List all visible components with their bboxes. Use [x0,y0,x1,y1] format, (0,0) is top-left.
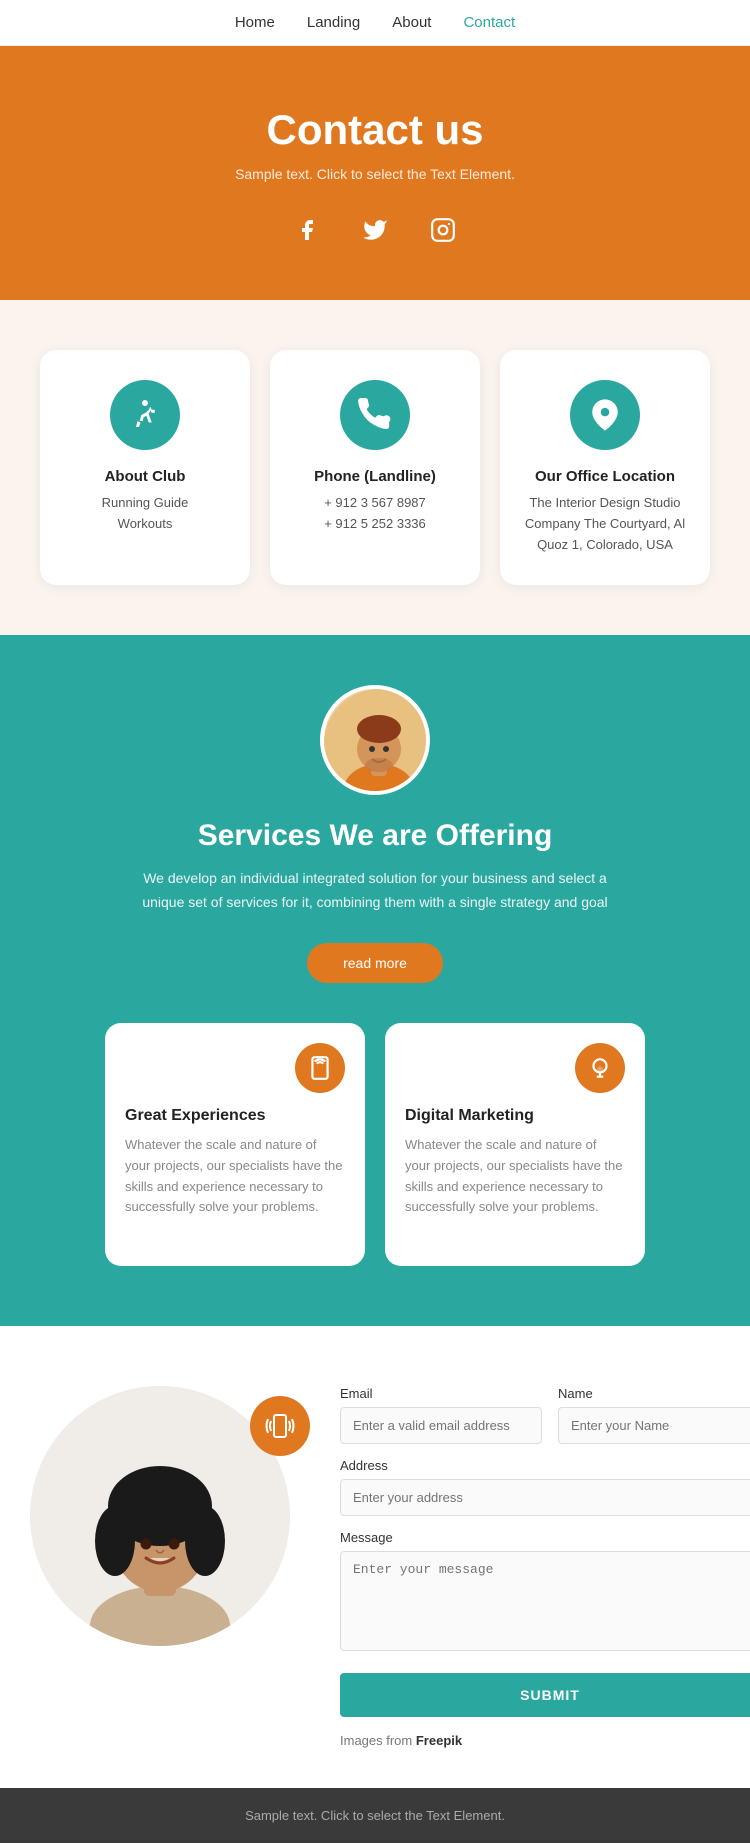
great-experiences-desc: Whatever the scale and nature of your pr… [125,1135,345,1218]
about-club-lines: Running GuideWorkouts [60,493,230,535]
email-label: Email [340,1386,542,1401]
services-title: Services We are Offering [30,819,720,853]
read-more-button[interactable]: read more [307,943,443,983]
hero-title: Contact us [20,106,730,154]
name-input[interactable] [558,1407,750,1444]
nav-home[interactable]: Home [235,14,275,31]
nav-contact[interactable]: Contact [463,14,515,31]
nav-about[interactable]: About [392,14,431,31]
location-icon [570,380,640,450]
message-textarea[interactable] [340,1551,750,1651]
email-input[interactable] [340,1407,542,1444]
service-cards-container: Great Experiences Whatever the scale and… [30,1023,720,1266]
contact-form-section: Email Name Address Message SUBMIT Images… [0,1326,750,1788]
twitter-icon[interactable] [355,210,395,250]
contact-cards-section: About Club Running GuideWorkouts Phone (… [0,300,750,635]
location-card: Our Office Location The Interior Design … [500,350,710,585]
email-name-row: Email Name [340,1386,750,1444]
about-club-card: About Club Running GuideWorkouts [40,350,250,585]
phone-card: Phone (Landline) + 912 3 567 8987+ 912 5… [270,350,480,585]
nav-landing[interactable]: Landing [307,14,360,31]
address-input[interactable] [340,1479,750,1516]
instagram-icon[interactable] [423,210,463,250]
address-label: Address [340,1458,750,1473]
phone-icon [340,380,410,450]
phone-ringing-icon [250,1396,310,1456]
name-group: Name [558,1386,750,1444]
phone-title: Phone (Landline) [290,468,460,485]
address-group: Address [340,1458,750,1516]
digital-marketing-desc: Whatever the scale and nature of your pr… [405,1135,625,1218]
bulb-icon [575,1043,625,1093]
about-club-title: About Club [60,468,230,485]
great-experiences-card: Great Experiences Whatever the scale and… [105,1023,365,1266]
great-experiences-title: Great Experiences [125,1107,345,1125]
facebook-icon[interactable] [287,210,327,250]
location-address: The Interior Design Studio Company The C… [520,493,690,555]
services-description: We develop an individual integrated solu… [125,867,625,915]
message-label: Message [340,1530,750,1545]
social-icons [20,210,730,250]
hero-section: Contact us Sample text. Click to select … [0,46,750,300]
form-image-side [30,1386,310,1646]
submit-button[interactable]: SUBMIT [340,1673,750,1717]
services-section: Services We are Offering We develop an i… [0,635,750,1326]
name-label: Name [558,1386,750,1401]
image-credit: Images from Freepik [340,1733,750,1748]
email-group: Email [340,1386,542,1444]
contact-form: Email Name Address Message SUBMIT Images… [340,1386,750,1748]
navigation: Home Landing About Contact [0,0,750,46]
location-title: Our Office Location [520,468,690,485]
message-group: Message [340,1530,750,1651]
digital-marketing-title: Digital Marketing [405,1107,625,1125]
hero-subtitle: Sample text. Click to select the Text El… [20,166,730,182]
person-avatar [320,685,430,795]
digital-marketing-card: Digital Marketing Whatever the scale and… [385,1023,645,1266]
mobile-icon [295,1043,345,1093]
footer: Sample text. Click to select the Text El… [0,1788,750,1843]
footer-text: Sample text. Click to select the Text El… [20,1808,730,1823]
runner-icon [110,380,180,450]
phone-numbers: + 912 3 567 8987+ 912 5 252 3336 [290,493,460,535]
